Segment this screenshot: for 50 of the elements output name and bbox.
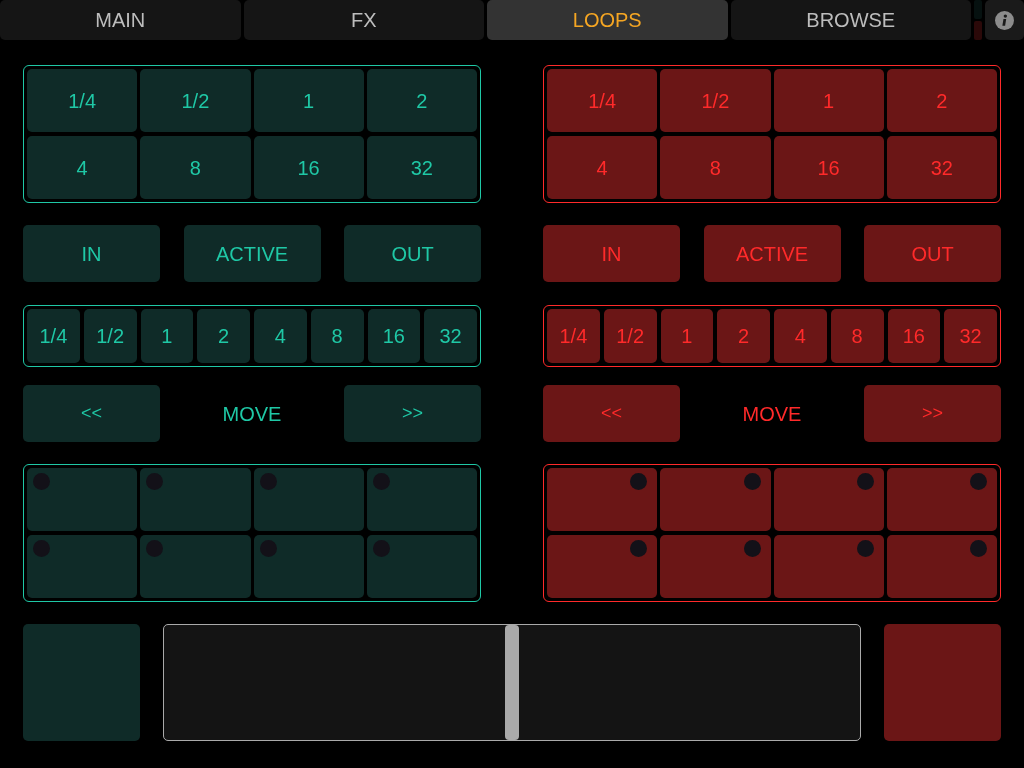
loop-length-button[interactable]: 1 bbox=[253, 69, 364, 132]
info-button[interactable] bbox=[985, 0, 1024, 40]
move-length-button[interactable]: 1/2 bbox=[83, 309, 137, 363]
move-length-button[interactable]: 2 bbox=[197, 309, 250, 363]
crossfader-handle[interactable] bbox=[505, 625, 519, 740]
cue-pad[interactable] bbox=[884, 624, 1001, 741]
meter-bar bbox=[974, 21, 982, 40]
tab[interactable]: FX bbox=[243, 0, 484, 40]
pad-button[interactable] bbox=[27, 535, 138, 598]
loop-length-button[interactable]: 2 bbox=[366, 69, 477, 132]
move-length-button[interactable]: 4 bbox=[254, 309, 307, 363]
pad-button[interactable] bbox=[547, 535, 658, 598]
pad-button[interactable] bbox=[773, 535, 884, 598]
crossfader-track[interactable] bbox=[163, 624, 861, 741]
pad-button[interactable] bbox=[366, 468, 477, 531]
loop-length-button[interactable]: 4 bbox=[27, 136, 138, 199]
pad-button[interactable] bbox=[140, 535, 251, 598]
info-icon bbox=[995, 10, 1014, 30]
loop-control-button[interactable]: OUT bbox=[344, 225, 481, 282]
move-length-button[interactable]: 16 bbox=[367, 309, 421, 363]
move-length-button[interactable]: 1 bbox=[140, 309, 194, 363]
tab[interactable]: MAIN bbox=[0, 0, 241, 40]
loop-length-button[interactable]: 32 bbox=[366, 136, 477, 199]
pad-button[interactable] bbox=[547, 468, 658, 531]
loop-length-button[interactable]: 1/4 bbox=[27, 69, 138, 132]
move-label: MOVE bbox=[742, 401, 802, 427]
pad-button[interactable] bbox=[773, 468, 884, 531]
move-length-button[interactable]: 8 bbox=[310, 309, 364, 363]
pad-button[interactable] bbox=[886, 468, 997, 531]
move-length-button[interactable]: 32 bbox=[424, 309, 477, 363]
pad-button[interactable] bbox=[886, 535, 997, 598]
move-back-button[interactable]: << bbox=[23, 385, 160, 442]
loop-length-button[interactable]: 8 bbox=[140, 136, 251, 199]
pad-button[interactable] bbox=[660, 535, 771, 598]
move-length-button[interactable]: 1/4 bbox=[27, 309, 80, 363]
move-forward-button[interactable]: >> bbox=[344, 385, 481, 442]
pad-button[interactable] bbox=[253, 535, 364, 598]
loop-length-button[interactable]: 1/2 bbox=[140, 69, 251, 132]
pad-button[interactable] bbox=[660, 468, 771, 531]
pad-button[interactable] bbox=[27, 468, 138, 531]
pad-button[interactable] bbox=[140, 468, 251, 531]
loop-control-button[interactable]: ACTIVE bbox=[183, 225, 321, 282]
tab[interactable]: BROWSE bbox=[730, 0, 971, 40]
loop-control-button[interactable]: IN bbox=[23, 225, 160, 282]
move-label: MOVE bbox=[222, 401, 282, 427]
pad-button[interactable] bbox=[253, 468, 364, 531]
pad-button[interactable] bbox=[366, 535, 477, 598]
tab[interactable]: LOOPS bbox=[487, 0, 728, 40]
cue-pad[interactable] bbox=[23, 624, 140, 741]
loop-length-button[interactable]: 16 bbox=[253, 136, 364, 199]
